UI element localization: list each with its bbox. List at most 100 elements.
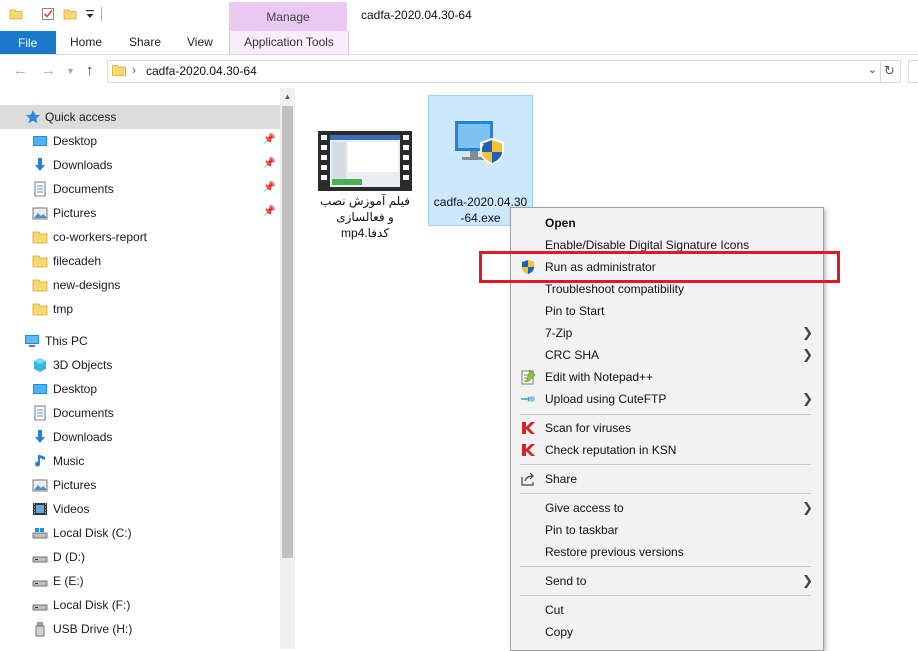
menu-item-pin-to-taskbar[interactable]: Pin to taskbar [511,519,823,541]
submenu-arrow-icon: ❯ [802,391,813,406]
recent-locations-chevron-icon[interactable]: ▼ [66,66,75,76]
scrollbar-thumb[interactable] [282,106,293,558]
breadcrumb-chevron-icon[interactable]: › [132,63,136,77]
nav-this-pc[interactable]: This PC [0,329,280,353]
nav-item-desktop-pc[interactable]: Desktop [0,377,280,401]
nav-item-music[interactable]: Music [0,449,280,473]
refresh-button[interactable]: ↻ [880,60,901,83]
window-title: cadfa-2020.04.30-64 [361,8,472,22]
nav-item-usb-drive-h[interactable]: USB Drive (H:) [0,617,280,641]
menu-item-label: Pin to Start [545,304,605,318]
menu-item-label: Enable/Disable Digital Signature Icons [545,238,750,252]
folder-icon[interactable] [9,7,23,21]
nav-label: 3D Objects [53,358,113,372]
nav-item-tmp[interactable]: tmp [0,297,280,321]
menu-item-label: Restore previous versions [545,545,684,559]
scroll-up-arrow-icon[interactable]: ▲ [280,88,295,105]
nav-item-desktop[interactable]: Desktop 📌 [0,129,280,153]
menu-separator [520,414,811,415]
nav-item-downloads[interactable]: Downloads 📌 [0,153,280,177]
new-folder-icon[interactable] [63,7,77,21]
menu-item-label: 7-Zip [545,326,573,340]
nav-item-videos[interactable]: Videos [0,497,280,521]
pin-icon[interactable]: 📌 [263,206,275,217]
nav-label: Quick access [45,110,117,124]
tab-file-label: File [18,36,38,50]
menu-separator [520,464,811,465]
address-path[interactable]: cadfa-2020.04.30-64 [146,64,257,78]
videos-icon [33,503,47,515]
folder-icon [32,231,48,244]
nav-item-pictures-pc[interactable]: Pictures [0,473,280,497]
menu-item-label: Open [545,216,576,230]
menu-item-share[interactable]: Share [511,468,823,490]
nav-label: Videos [53,502,90,516]
menu-item-send-to[interactable]: Send to ❯ [511,570,823,592]
nav-item-local-disk-c[interactable]: Local Disk (C:) [0,521,280,545]
tab-application-tools[interactable]: Application Tools [229,31,349,54]
nav-pane-scrollbar[interactable]: ▲ [280,88,295,649]
qat-dropdown-icon[interactable] [83,7,97,21]
nav-quick-access[interactable]: Quick access [0,105,280,129]
menu-item-pin-to-start[interactable]: Pin to Start [511,300,823,322]
nav-item-drive-d[interactable]: D (D:) [0,545,280,569]
nav-item-documents[interactable]: Documents 📌 [0,177,280,201]
file-item[interactable]: فیلم آموزش نصب و فعالسازی کدفا.mp4 [316,128,414,240]
nav-label: co-workers-report [53,230,148,244]
tab-share[interactable]: Share [129,35,161,49]
address-bar[interactable]: › cadfa-2020.04.30-64 ⌄ [107,60,881,83]
manage-context-tab[interactable]: Manage [229,2,347,31]
star-icon [25,110,41,124]
menu-item-edit-with-notepad-plus-plus[interactable]: Edit with Notepad++ [511,366,823,388]
menu-item-give-access-to[interactable]: Give access to ❯ [511,497,823,519]
highlight-annotation-box [479,251,840,283]
menu-item-copy[interactable]: Copy [511,621,823,643]
menu-item-label: Troubleshoot compatibility [545,282,684,296]
downloads-icon [35,430,45,443]
submenu-arrow-icon: ❯ [802,573,813,588]
setup-exe-icon [455,121,504,165]
menu-item-restore-previous-versions[interactable]: Restore previous versions [511,541,823,563]
kaspersky-icon [522,422,535,434]
nav-item-downloads-pc[interactable]: Downloads [0,425,280,449]
nav-item-new-designs[interactable]: new-designs [0,273,280,297]
nav-item-pictures[interactable]: Pictures 📌 [0,201,280,225]
drive-icon [32,604,48,611]
pin-icon[interactable]: 📌 [263,134,275,145]
address-dropdown-icon[interactable]: ⌄ [868,63,877,76]
menu-item-open[interactable]: Open [511,212,823,234]
notepad-plus-plus-icon [521,369,536,385]
tab-view[interactable]: View [187,35,213,49]
pin-icon[interactable]: 📌 [263,182,275,193]
usb-drive-icon [35,622,45,637]
menu-item-label: Send to [545,574,587,588]
nav-label: Desktop [53,134,98,148]
nav-label: Downloads [53,430,113,444]
menu-item-upload-using-cuteftp[interactable]: Upload using CuteFTP ❯ [511,388,823,410]
nav-item-3d-objects[interactable]: 3D Objects [0,353,280,377]
back-arrow-icon[interactable]: ← [13,62,28,79]
submenu-arrow-icon: ❯ [802,325,813,340]
menu-item-crc-sha[interactable]: CRC SHA ❯ [511,344,823,366]
tab-home[interactable]: Home [70,35,102,49]
nav-item-local-disk-f[interactable]: Local Disk (F:) [0,593,280,617]
nav-label: Desktop [53,382,98,396]
properties-icon[interactable] [41,7,55,21]
nav-item-filecadeh[interactable]: filecadeh [0,249,280,273]
menu-item-scan-for-viruses[interactable]: Scan for viruses [511,417,823,439]
tab-file[interactable]: File [0,31,56,54]
nav-label: D (D:) [53,550,85,564]
menu-item-cut[interactable]: Cut [511,599,823,621]
nav-label: This PC [45,334,88,348]
manage-label: Manage [266,10,310,24]
menu-item-check-reputation-in-ksn[interactable]: Check reputation in KSN [511,439,823,461]
nav-item-co-workers-report[interactable]: co-workers-report [0,225,280,249]
search-input[interactable] [908,60,918,83]
nav-item-drive-e[interactable]: E (E:) [0,569,280,593]
menu-item-7-zip[interactable]: 7-Zip ❯ [511,322,823,344]
nav-item-documents-pc[interactable]: Documents [0,401,280,425]
nav-label: Music [53,454,85,468]
forward-arrow-icon[interactable]: → [41,62,56,79]
pin-icon[interactable]: 📌 [263,158,275,169]
up-arrow-icon[interactable]: ↑ [86,62,94,79]
